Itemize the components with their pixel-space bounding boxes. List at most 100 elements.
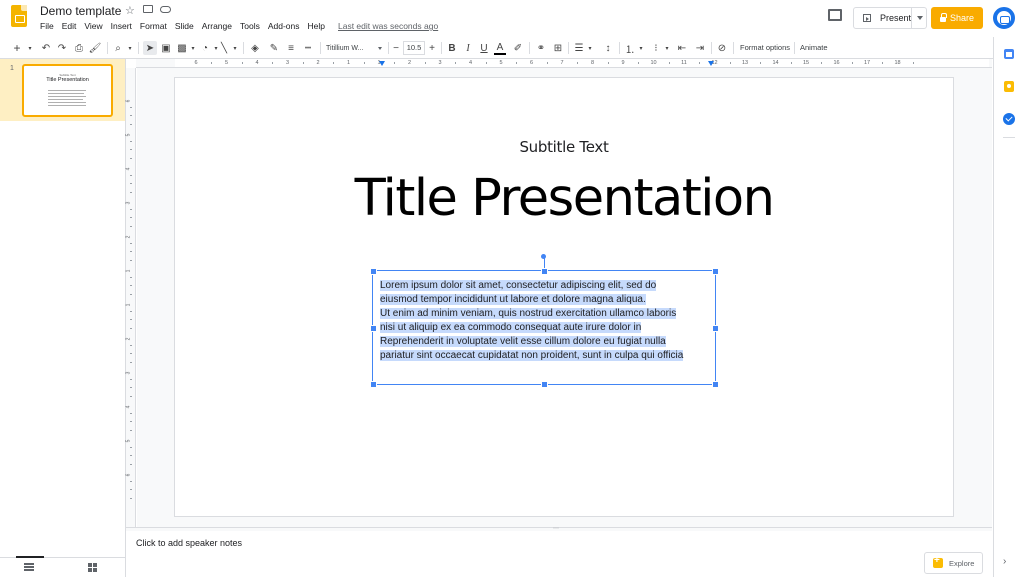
decrease-indent-icon[interactable]: ⇤ [676, 41, 688, 55]
slide-thumbnail[interactable]: Subtitle Text Title Presentation [22, 64, 113, 117]
resize-handle-top[interactable] [541, 268, 548, 275]
move-folder-icon[interactable] [143, 5, 153, 13]
decrease-font-size-icon[interactable]: − [391, 41, 401, 55]
highlight-color-icon[interactable]: ✐ [512, 41, 524, 55]
resize-handle-bottom-right[interactable] [712, 381, 719, 388]
menu-addons[interactable]: Add-ons [268, 21, 300, 31]
slide-canvas[interactable]: Subtitle Text Title Presentation Lorem i… [137, 68, 992, 527]
link-icon[interactable]: ⚭ [534, 41, 548, 55]
slide-title[interactable]: Title Presentation [175, 169, 953, 228]
animate-button[interactable]: Animate [800, 41, 828, 55]
vertical-ruler[interactable]: 6 5 4 3 2 1 1 2 3 4 5 6 [125, 68, 136, 527]
increase-indent-icon[interactable]: ⇥ [694, 41, 706, 55]
fill-color-icon[interactable]: ◈ [249, 41, 261, 55]
ruler-number: 6 [194, 60, 198, 66]
line-dropdown-icon[interactable]: ▾ [231, 41, 239, 55]
resize-handle-left[interactable] [370, 324, 377, 332]
print-icon[interactable]: ⎙ [73, 41, 85, 55]
new-slide-plus-icon[interactable]: + [12, 41, 22, 55]
font-select[interactable]: Titillium W... [326, 41, 384, 55]
indent-marker-left[interactable] [379, 61, 385, 66]
slides-logo-icon[interactable] [11, 5, 27, 27]
align-icon[interactable]: ☰ [573, 41, 585, 55]
bold-icon[interactable]: B [446, 41, 458, 55]
menu-arrange[interactable]: Arrange [202, 21, 232, 31]
align-dropdown-icon[interactable]: ▾ [586, 41, 594, 55]
ruler-tick [424, 62, 426, 64]
list-view-icon[interactable] [24, 563, 34, 571]
last-edit-link[interactable]: Last edit was seconds ago [338, 21, 438, 31]
line-spacing-icon[interactable]: ↕ [601, 41, 615, 55]
shape-icon[interactable]: ◔ [199, 41, 211, 55]
menu-format[interactable]: Format [140, 21, 167, 31]
document-title[interactable]: Demo template [40, 4, 121, 18]
text-color-icon[interactable]: A [494, 41, 506, 55]
slide-subtitle[interactable]: Subtitle Text [175, 138, 953, 156]
font-size-input[interactable]: 10.5 [403, 41, 425, 55]
filmstrip-footer [0, 556, 126, 577]
menu-slide[interactable]: Slide [175, 21, 194, 31]
select-cursor-icon[interactable]: ➤ [143, 41, 157, 55]
resize-handle-top-left[interactable] [370, 268, 377, 275]
menu-edit[interactable]: Edit [62, 21, 77, 31]
zoom-icon[interactable]: ⌕ [112, 41, 124, 55]
toolbar-divider [794, 42, 795, 54]
calendar-icon[interactable] [1004, 49, 1014, 59]
border-color-icon[interactable]: ✎ [268, 41, 280, 55]
speaker-notes-placeholder[interactable]: Click to add speaker notes [136, 538, 242, 548]
undo-icon[interactable]: ↶ [40, 41, 52, 55]
bulleted-list-icon[interactable]: ⁝ [650, 41, 662, 55]
border-weight-icon[interactable]: ≡ [285, 41, 297, 55]
menu-file[interactable]: File [40, 21, 54, 31]
underline-icon[interactable]: U [478, 41, 490, 55]
ruler-tick [130, 217, 132, 218]
grid-view-icon[interactable] [88, 563, 97, 572]
resize-handle-right[interactable] [712, 324, 719, 332]
resize-handle-bottom-left[interactable] [370, 381, 377, 388]
line-icon[interactable]: ╲ [218, 41, 230, 55]
image-icon[interactable]: ▩ [176, 41, 188, 55]
indent-marker-right[interactable] [708, 61, 714, 66]
redo-icon[interactable]: ↷ [56, 41, 68, 55]
resize-handle-bottom[interactable] [541, 381, 548, 388]
horizontal-ruler[interactable]: 6 5 4 3 2 1 1 2 3 4 5 6 7 8 9 10 11 12 13 14 15 16 17 18 [136, 59, 992, 68]
clear-formatting-icon[interactable]: ⊘ [716, 41, 728, 55]
numbered-list-icon[interactable]: ⒈ [624, 41, 636, 56]
comment-add-icon[interactable]: ⊞ [552, 41, 564, 55]
textbox-icon[interactable]: ▣ [160, 41, 172, 55]
border-dash-icon[interactable]: ┅ [302, 41, 314, 55]
chevron-down-icon[interactable] [917, 16, 923, 20]
body-textbox[interactable]: Lorem ipsum dolor sit amet, consectetur … [370, 254, 719, 388]
slide-number: 1 [10, 65, 14, 72]
italic-icon[interactable]: I [462, 41, 474, 55]
tasks-icon[interactable] [1003, 113, 1015, 125]
resize-handle-top-right[interactable] [712, 268, 719, 275]
star-icon[interactable]: ☆ [125, 4, 135, 17]
increase-font-size-icon[interactable]: + [427, 41, 437, 55]
paint-format-icon[interactable]: 🖌 [89, 41, 102, 55]
filmstrip-slide-selected[interactable]: 1 Subtitle Text Title Presentation [0, 59, 125, 121]
chevron-right-icon[interactable]: › [1003, 556, 1006, 567]
ruler-tick [760, 62, 762, 64]
zoom-dropdown-icon[interactable]: ▾ [126, 41, 134, 55]
body-text[interactable]: Lorem ipsum dolor sit amet, consectetur … [380, 279, 715, 362]
rotation-handle[interactable] [541, 254, 546, 259]
menu-help[interactable]: Help [308, 21, 325, 31]
keep-icon[interactable] [1004, 81, 1014, 92]
menu-insert[interactable]: Insert [111, 21, 132, 31]
share-button[interactable]: Share [931, 7, 983, 29]
image-dropdown-icon[interactable]: ▾ [189, 41, 197, 55]
menu-tools[interactable]: Tools [240, 21, 260, 31]
bulleted-list-dropdown-icon[interactable]: ▾ [663, 41, 671, 55]
format-options-button[interactable]: Format options [740, 41, 790, 55]
numbered-list-dropdown-icon[interactable]: ▾ [637, 41, 645, 55]
new-slide-dropdown-icon[interactable]: ▾ [26, 41, 34, 55]
comments-icon[interactable] [828, 9, 842, 21]
account-avatar[interactable] [993, 7, 1015, 29]
ruler-tick [130, 361, 132, 363]
slide[interactable]: Subtitle Text Title Presentation Lorem i… [175, 78, 953, 516]
speaker-notes-area[interactable]: Click to add speaker notes [126, 531, 992, 577]
explore-button[interactable]: Explore [924, 552, 983, 574]
menu-view[interactable]: View [84, 21, 102, 31]
present-button[interactable]: Present [853, 7, 927, 29]
